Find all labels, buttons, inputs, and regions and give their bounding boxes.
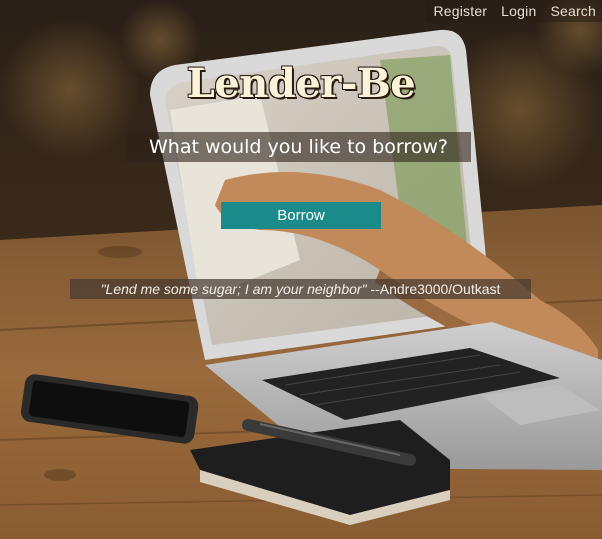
register-link[interactable]: Register [433,3,487,19]
quote-attribution: --Andre3000/Outkast [366,281,501,297]
borrow-button[interactable]: Borrow [221,202,381,229]
hero-quote: "Lend me some sugar; I am your neighbor"… [70,279,531,299]
site-logo: Lender-Be [186,60,416,107]
hero-section: Register Login Search Lender-Be What wou… [0,0,602,539]
quote-text: "Lend me some sugar; I am your neighbor" [100,281,367,297]
search-link[interactable]: Search [550,3,596,19]
login-link[interactable]: Login [501,3,536,19]
top-nav: Register Login Search [425,0,602,22]
hero-tagline: What would you like to borrow? [126,132,471,162]
